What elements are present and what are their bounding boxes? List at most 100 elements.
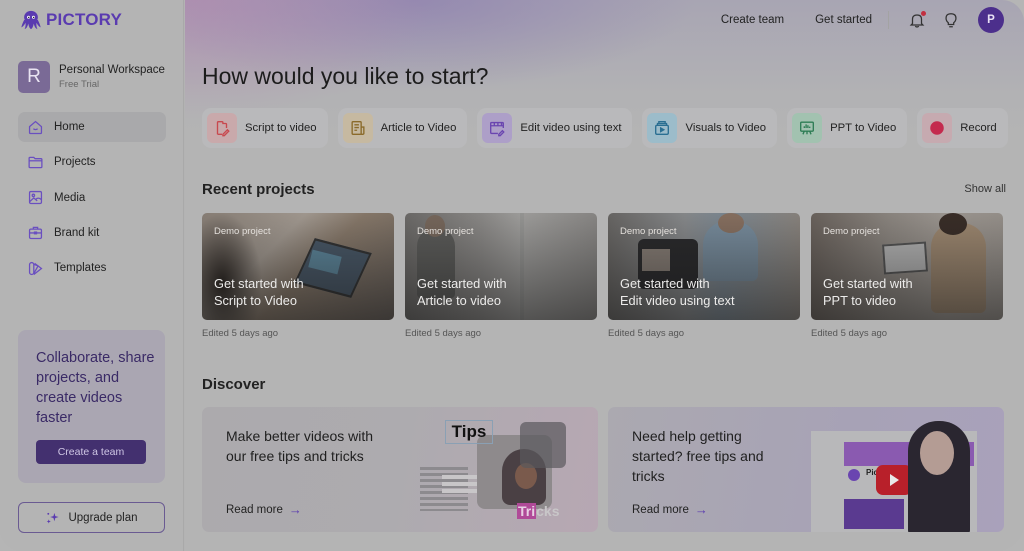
article-to-video-button[interactable]: Article to Video — [337, 108, 468, 148]
sidebar-item-home[interactable]: Home — [18, 112, 166, 142]
project-title-line: Get started with — [417, 276, 507, 291]
topbar-divider — [888, 11, 889, 29]
project-title-line: Get started with — [214, 276, 304, 291]
workspace-switcher[interactable]: R Personal Workspace Free Trial — [18, 61, 165, 93]
tricks-label-rest: cks — [536, 503, 560, 519]
sparkle-icon — [47, 512, 60, 524]
project-title-line: Edit video using text — [620, 293, 735, 308]
tricks-label: Tricks — [517, 503, 559, 519]
project-card[interactable]: Demo project Get started with Script to … — [202, 213, 394, 339]
project-title-line: Get started with — [620, 276, 710, 291]
discover-card-text: Make better videos with our free tips an… — [226, 428, 374, 464]
discover-heading: Discover — [202, 376, 266, 393]
project-edited-time: Edited 5 days ago — [202, 328, 279, 339]
project-thumbnail: Demo project Get started with Article to… — [405, 213, 597, 320]
upgrade-plan-button[interactable]: Upgrade plan — [18, 502, 165, 533]
workspace-plan: Free Trial — [59, 79, 100, 90]
project-title: Get started with Script to Video — [214, 275, 304, 309]
sidebar-item-projects[interactable]: Projects — [18, 147, 166, 177]
page-title: How would you like to start? — [202, 63, 489, 89]
tricks-label-highlight: Tri — [517, 503, 537, 519]
promo-text: Collaborate, share projects, and create … — [36, 350, 155, 426]
project-title-line: Get started with — [823, 276, 913, 291]
start-options: Script to video Article to Video Edit vi… — [202, 108, 1008, 148]
briefcase-icon — [28, 227, 43, 240]
script-icon — [207, 113, 237, 143]
discover-card-tips[interactable]: Make better videos with our free tips an… — [202, 407, 598, 532]
notifications-button[interactable] — [908, 11, 926, 29]
visuals-icon — [647, 113, 678, 143]
lightbulb-icon — [945, 13, 957, 28]
project-title: Get started with Article to video — [417, 275, 507, 309]
visuals-to-video-button[interactable]: Visuals to Video — [642, 108, 778, 148]
record-button[interactable]: Record — [917, 108, 1008, 148]
project-thumbnail: Demo project Get started with Script to … — [202, 213, 394, 320]
create-team-link[interactable]: Create team — [721, 14, 784, 26]
play-icon — [876, 465, 912, 495]
sidebar-item-templates[interactable]: Templates — [18, 253, 166, 283]
project-edited-time: Edited 5 days ago — [405, 328, 482, 339]
sidebar-item-label: Projects — [54, 156, 96, 169]
project-tag: Demo project — [620, 226, 677, 237]
discover-list: Make better videos with our free tips an… — [202, 407, 1004, 532]
notification-badge — [921, 11, 926, 16]
workspace-avatar: R — [18, 61, 50, 93]
start-option-label: Edit video using text — [520, 122, 622, 134]
read-more-label: Read more — [226, 503, 283, 516]
discover-card-help[interactable]: Need help getting started? free tips and… — [608, 407, 1004, 532]
get-started-link[interactable]: Get started — [815, 14, 872, 26]
start-option-label: Script to video — [245, 122, 317, 134]
team-promo-card: Collaborate, share projects, and create … — [18, 330, 165, 483]
sidebar-item-label: Templates — [54, 262, 107, 275]
sidebar-item-brand-kit[interactable]: Brand kit — [18, 218, 166, 248]
project-tag: Demo project — [214, 226, 271, 237]
tips-button[interactable] — [942, 11, 960, 29]
sidebar-item-media[interactable]: Media — [18, 183, 166, 213]
sidebar-item-label: Brand kit — [54, 226, 100, 239]
script-to-video-button[interactable]: Script to video — [202, 108, 328, 148]
create-team-button[interactable]: Create a team — [36, 440, 146, 464]
swatch-icon — [28, 261, 43, 275]
project-title: Get started with PPT to video — [823, 275, 913, 309]
start-option-label: Record — [960, 122, 997, 134]
start-option-label: Visuals to Video — [685, 122, 767, 134]
show-all-link[interactable]: Show all — [964, 183, 1006, 195]
start-option-label: PPT to Video — [830, 122, 897, 134]
start-option-label: Article to Video — [380, 122, 457, 134]
sidebar-nav: Home Projects Media Brand kit Templates — [18, 112, 166, 288]
edit-video-using-text-button[interactable]: Edit video using text — [477, 108, 633, 148]
read-more-label: Read more — [632, 503, 689, 516]
project-tag: Demo project — [417, 226, 474, 237]
sidebar-item-label: Home — [54, 121, 85, 133]
read-more-link[interactable]: Read more → — [632, 502, 708, 517]
app-window: PICTORY R Personal Workspace Free Trial … — [0, 0, 1024, 551]
user-avatar[interactable]: P — [978, 7, 1004, 33]
project-title-line: Script to Video — [214, 293, 297, 308]
presentation-icon — [792, 113, 823, 143]
sidebar: PICTORY R Personal Workspace Free Trial … — [0, 0, 184, 551]
recent-projects-list: Demo project Get started with Script to … — [202, 213, 1003, 339]
project-card[interactable]: Demo project Get started with Edit video… — [608, 213, 800, 339]
ppt-to-video-button[interactable]: PPT to Video — [787, 108, 908, 148]
workspace-name: Personal Workspace — [59, 64, 165, 76]
octopus-logo-icon — [21, 10, 41, 30]
sidebar-item-label: Media — [54, 191, 86, 204]
record-icon — [922, 113, 953, 143]
project-card[interactable]: Demo project Get started with PPT to vid… — [811, 213, 1003, 339]
logo[interactable]: PICTORY — [20, 9, 122, 31]
project-card[interactable]: Demo project Get started with Article to… — [405, 213, 597, 339]
project-edited-time: Edited 5 days ago — [608, 328, 685, 339]
project-title: Get started with Edit video using text — [620, 275, 735, 309]
image-icon — [28, 191, 43, 205]
read-more-link[interactable]: Read more → — [226, 502, 302, 517]
project-edited-time: Edited 5 days ago — [811, 328, 888, 339]
home-icon — [28, 120, 43, 134]
tips-label: Tips — [445, 420, 493, 444]
folder-icon — [28, 156, 43, 169]
discover-card-text: Need help getting started? free tips and… — [632, 428, 764, 484]
edit-video-icon — [482, 113, 513, 143]
recent-projects-heading: Recent projects — [202, 181, 315, 198]
main-content: Create team Get started P How would you … — [185, 0, 1024, 551]
project-tag: Demo project — [823, 226, 880, 237]
arrow-right-icon: → — [288, 502, 302, 517]
